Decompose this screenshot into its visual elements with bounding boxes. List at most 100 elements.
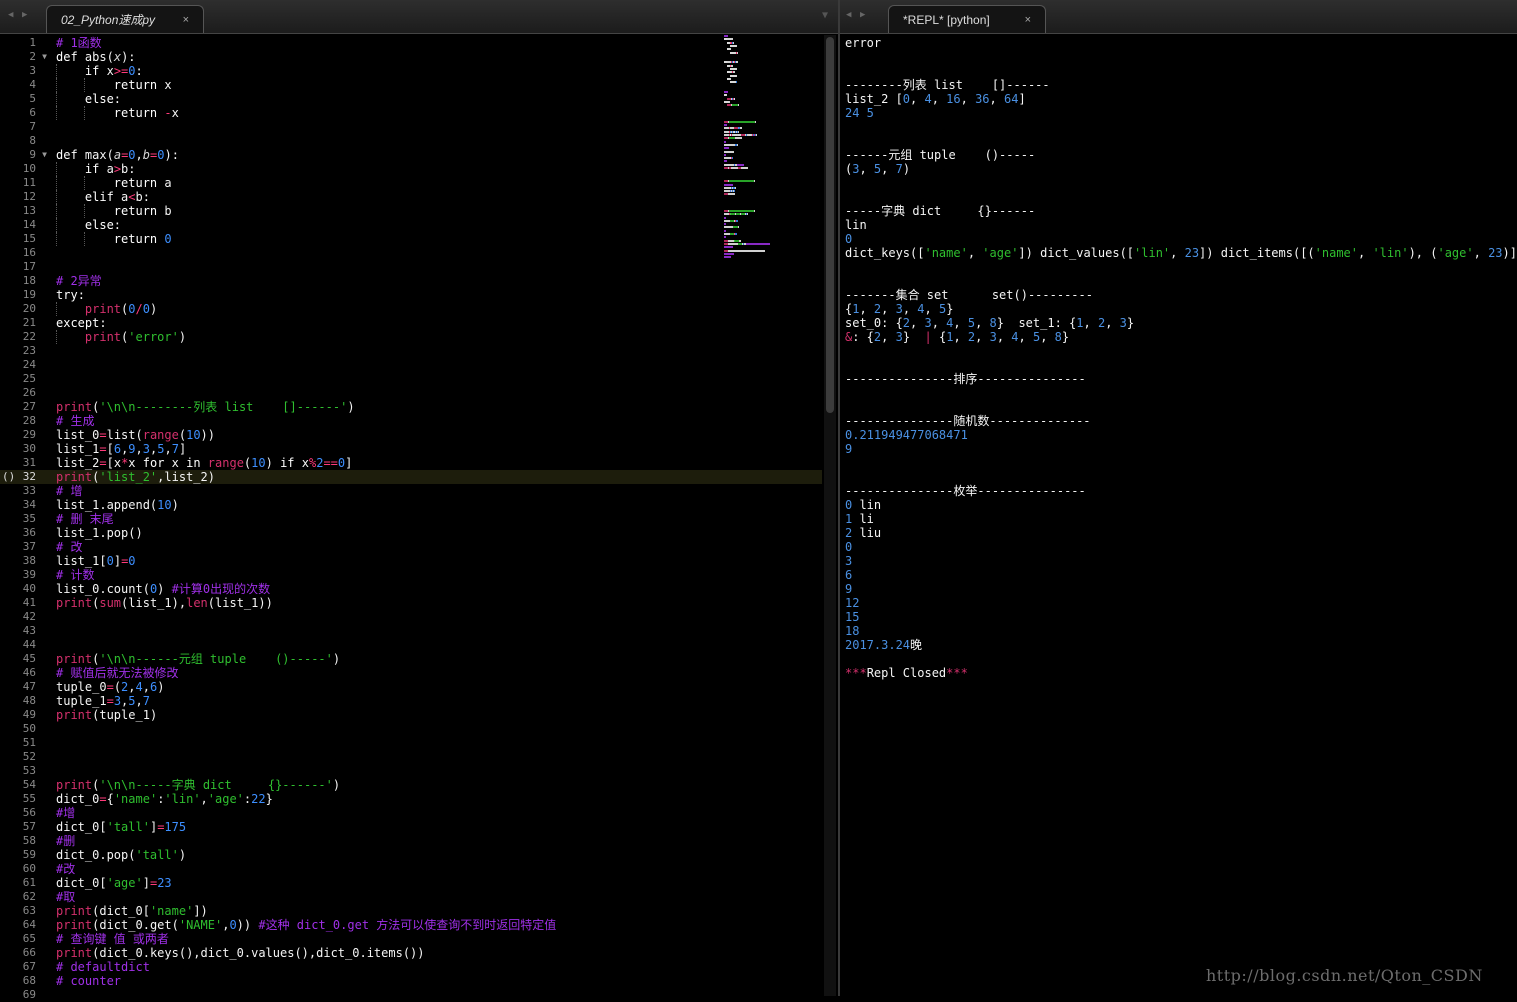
code-line[interactable]: # 增: [56, 484, 82, 498]
code-line[interactable]: list_1=[6,9,3,5,7]: [56, 442, 186, 456]
code-line[interactable]: print('error'): [56, 330, 186, 344]
line-number: 5: [0, 92, 50, 106]
indent-guide: [56, 330, 57, 344]
line-number-text: 11: [22, 176, 36, 189]
repl-token: 'lin': [1134, 246, 1171, 260]
line-number: 62: [0, 890, 50, 904]
line-number-text: 52: [22, 750, 36, 763]
code-line[interactable]: dict_0={'name':'lin','age':22}: [56, 792, 273, 806]
repl-token: ]) dict_items([(: [1199, 246, 1315, 260]
code-line[interactable]: return -x: [56, 106, 179, 120]
code-line[interactable]: list_2=[x*x for x in range(10) if x%2==0…: [56, 456, 352, 470]
repl-token: 15: [845, 610, 860, 624]
code-line[interactable]: print(dict_0.get('NAME',0)) #这种 dict_0.g…: [56, 918, 556, 932]
code-token: # 查询键 值 或两者: [56, 932, 169, 946]
line-number-text: 59: [22, 848, 36, 861]
code-line[interactable]: list_0.count(0) #计算0出现的次数: [56, 582, 270, 596]
code-line[interactable]: dict_0['tall']=175: [56, 820, 186, 834]
tab-nav-left-icon[interactable]: ◀: [8, 10, 13, 20]
code-line[interactable]: # defaultdict: [56, 960, 150, 974]
code-token: list_1: [56, 442, 100, 456]
tab-editor-file[interactable]: 02_Python速成py ×: [46, 5, 204, 33]
tab-nav-right-icon[interactable]: ▶: [22, 10, 27, 20]
code-line[interactable]: else:: [56, 218, 121, 232]
editor-scrollbar[interactable]: [824, 35, 836, 996]
code-line[interactable]: try:: [56, 288, 85, 302]
line-number-text: 47: [22, 680, 36, 693]
code-line[interactable]: # 查询键 值 或两者: [56, 932, 169, 946]
code-line[interactable]: # 1函数: [56, 36, 102, 50]
minimap[interactable]: [724, 35, 814, 265]
code-token: )): [258, 596, 273, 610]
code-line[interactable]: # 2异常: [56, 274, 102, 288]
line-number: 40: [0, 582, 50, 596]
code-line[interactable]: # counter: [56, 974, 121, 988]
code-line[interactable]: list_0=list(range(10)): [56, 428, 215, 442]
code-line[interactable]: else:: [56, 92, 121, 106]
repl-token: ,: [881, 330, 896, 344]
indent-guide: [56, 78, 57, 92]
code-line[interactable]: dict_0.pop('tall'): [56, 848, 186, 862]
code-line[interactable]: print(dict_0['name']): [56, 904, 208, 918]
repl-nav-right-icon[interactable]: ▶: [860, 10, 865, 20]
code-line[interactable]: elif a<b:: [56, 190, 150, 204]
fold-arrow-icon[interactable]: ▼: [42, 148, 47, 162]
line-number-text: 48: [22, 694, 36, 707]
code-line[interactable]: list_1.pop(): [56, 526, 143, 540]
line-number-text: 29: [22, 428, 36, 441]
code-line[interactable]: print('\n\n--------列表 list []------'): [56, 400, 355, 414]
code-line[interactable]: # 赋值后就无法被修改: [56, 666, 178, 680]
close-icon[interactable]: ×: [183, 14, 189, 26]
repl-token: 9: [845, 442, 853, 456]
code-line[interactable]: return b: [56, 204, 172, 218]
code-token: dict_0: [200, 946, 244, 960]
line-number-text: 22: [22, 330, 36, 343]
minimap-mark: [730, 77, 732, 80]
line-number-gutter: 1 2 ▼ 3 4 5 6 7 8 9 ▼ 10 11 12 13 14 15 16 17 18 19 20 21 22 23 2…: [0, 35, 50, 1001]
code-line[interactable]: list_1.append(10): [56, 498, 179, 512]
code-line[interactable]: #改: [56, 862, 75, 876]
line-number-text: 49: [22, 708, 36, 721]
code-line[interactable]: tuple_1=3,5,7: [56, 694, 150, 708]
code-line[interactable]: print('\n\n------元组 tuple ()-----'): [56, 652, 340, 666]
code-line[interactable]: # 删 末尾: [56, 512, 114, 526]
code-line[interactable]: print('list_2',list_2): [56, 470, 215, 484]
code-line[interactable]: dict_0['age']=23: [56, 876, 172, 890]
minimap-mark: [732, 64, 733, 67]
code-line[interactable]: return 0: [56, 232, 172, 246]
line-number: 27: [0, 400, 50, 414]
code-line[interactable]: return a: [56, 176, 172, 190]
code-line[interactable]: #取: [56, 890, 75, 904]
tab-repl[interactable]: *REPL* [python] ×: [888, 5, 1046, 33]
code-token: list_1: [56, 554, 100, 568]
code-line[interactable]: #删: [56, 834, 75, 848]
code-line[interactable]: if x>=0:: [56, 64, 143, 78]
line-number: 51: [0, 736, 50, 750]
code-line[interactable]: print(tuple_1): [56, 708, 157, 722]
close-icon[interactable]: ×: [1025, 14, 1031, 26]
repl-tab-bar: ◀ ▶ *REPL* [python] ×: [840, 0, 1517, 34]
code-line[interactable]: #增: [56, 806, 75, 820]
code-line[interactable]: print('\n\n-----字典 dict {}------'): [56, 778, 340, 792]
code-line[interactable]: print(dict_0.keys(),dict_0.values(),dict…: [56, 946, 425, 960]
code-line[interactable]: return x: [56, 78, 172, 92]
code-line[interactable]: # 改: [56, 540, 82, 554]
code-line[interactable]: def max(a=0,b=0):: [56, 148, 179, 162]
code-line[interactable]: def abs(x):: [56, 50, 136, 64]
code-line[interactable]: # 计数: [56, 568, 94, 582]
repl-nav-left-icon[interactable]: ◀: [846, 10, 851, 20]
code-line[interactable]: except:: [56, 316, 107, 330]
code-line[interactable]: print(0/0): [56, 302, 157, 316]
code-token: tuple_1: [56, 694, 107, 708]
code-line[interactable]: print(sum(list_1),len(list_1)): [56, 596, 273, 610]
code-line[interactable]: # 生成: [56, 414, 94, 428]
editor-scroll-thumb[interactable]: [826, 37, 834, 413]
code-line[interactable]: tuple_0=(2,4,6): [56, 680, 164, 694]
tab-dropdown-icon[interactable]: ▼: [822, 10, 828, 21]
code-line[interactable]: if a>b:: [56, 162, 136, 176]
indent-guide: [56, 162, 57, 176]
fold-arrow-icon[interactable]: ▼: [42, 50, 47, 64]
minimap-mark: [746, 242, 771, 245]
code-line[interactable]: list_1[0]=0: [56, 554, 136, 568]
code-token: x: [128, 456, 143, 470]
